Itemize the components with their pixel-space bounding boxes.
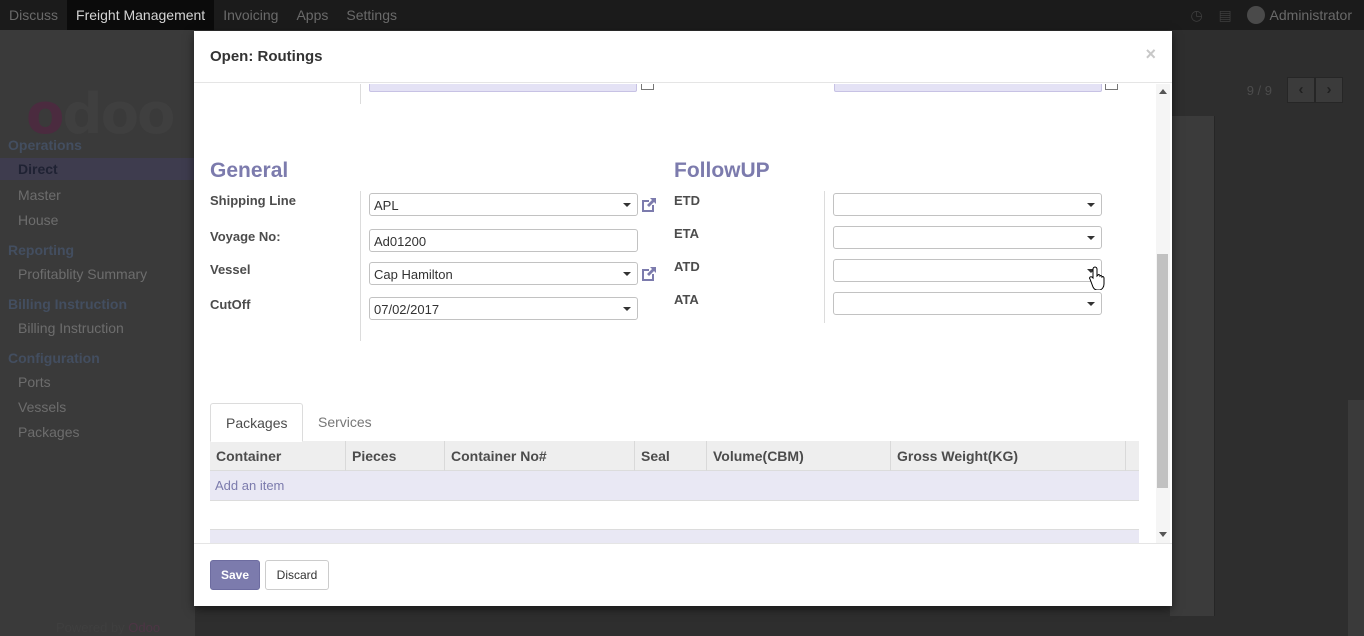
background-sheet <box>1170 116 1215 616</box>
etd-label: ETD <box>674 193 700 208</box>
sidebar-section-billing: Billing Instruction <box>8 296 127 312</box>
sidebar: odoo Operations Direct Master House Repo… <box>0 30 195 636</box>
sidebar-section-operations: Operations <box>8 137 82 153</box>
eta-date-field[interactable] <box>833 226 1102 249</box>
destination-port-field[interactable] <box>834 84 1102 92</box>
cutoff-label: CutOff <box>210 297 251 312</box>
origin-check-icon[interactable] <box>641 84 654 90</box>
powered-by: Powered by Odoo <box>56 620 161 635</box>
sidebar-item-house[interactable]: House <box>18 212 58 228</box>
general-section-title: General <box>210 159 289 182</box>
dialog-title: Open: Routings <box>210 48 323 65</box>
column-container[interactable]: Container <box>210 441 346 471</box>
column-pieces[interactable]: Pieces <box>346 441 445 471</box>
dialog-body: General Shipping Line APL Voyage No: Ad0… <box>194 84 1172 543</box>
sidebar-item-direct[interactable]: Direct <box>0 158 195 180</box>
general-divider <box>360 191 361 341</box>
menu-apps[interactable]: Apps <box>287 0 337 30</box>
menu-freight-management[interactable]: Freight Management <box>67 0 215 30</box>
packages-table-header: Container Pieces Container No# Seal Volu… <box>210 441 1139 471</box>
scroll-up-icon[interactable] <box>1159 89 1167 94</box>
chevron-down-icon <box>623 272 631 276</box>
sidebar-item-packages[interactable]: Packages <box>18 424 79 440</box>
sidebar-item-profitability[interactable]: Profitablity Summary <box>18 266 147 282</box>
sidebar-item-ports[interactable]: Ports <box>18 374 51 390</box>
origin-port-field[interactable] <box>369 84 637 92</box>
pager-next-button[interactable]: › <box>1315 77 1343 103</box>
hand-cursor-icon <box>1089 266 1105 290</box>
table-footer <box>210 529 1139 543</box>
eta-label: ETA <box>674 226 700 241</box>
scrollbar-thumb[interactable] <box>1157 254 1168 488</box>
shipping-line-label: Shipping Line <box>210 193 296 208</box>
column-container-no[interactable]: Container No# <box>445 441 635 471</box>
pager-prev-button[interactable]: ‹ <box>1287 77 1315 103</box>
external-link-icon[interactable] <box>640 196 658 214</box>
voyage-label: Voyage No: <box>210 229 281 244</box>
chevron-down-icon <box>1087 203 1095 207</box>
sidebar-section-configuration: Configuration <box>8 350 100 366</box>
vessel-label: Vessel <box>210 262 251 277</box>
menu-settings[interactable]: Settings <box>337 0 406 30</box>
topbar-right: ◷ ▤ Administrator <box>1191 0 1364 30</box>
top-navbar: Discuss Freight Management Invoicing App… <box>0 0 1364 30</box>
chevron-down-icon <box>1087 236 1095 240</box>
atd-label: ATD <box>674 259 700 274</box>
column-gross-weight[interactable]: Gross Weight(KG) <box>891 441 1126 471</box>
save-button[interactable]: Save <box>210 560 260 590</box>
sidebar-section-reporting: Reporting <box>8 242 75 258</box>
destination-check-icon[interactable] <box>1105 84 1118 90</box>
chevron-down-icon <box>1087 302 1095 306</box>
external-link-icon[interactable] <box>640 265 658 283</box>
dialog-header: Open: Routings × <box>194 31 1172 83</box>
tab-services[interactable]: Services <box>303 403 387 442</box>
avatar[interactable] <box>1246 6 1265 24</box>
discard-button[interactable]: Discard <box>265 560 329 590</box>
menu-discuss[interactable]: Discuss <box>0 0 67 30</box>
followup-divider <box>824 191 825 323</box>
etd-date-field[interactable] <box>833 193 1102 216</box>
close-icon[interactable]: × <box>1145 44 1156 65</box>
scroll-down-icon[interactable] <box>1159 532 1167 537</box>
cutoff-date-field[interactable]: 07/02/2017 <box>369 297 638 320</box>
ata-label: ATA <box>674 292 699 307</box>
add-item-link[interactable]: Add an item <box>215 478 284 493</box>
chevron-down-icon <box>623 307 631 311</box>
divider <box>360 84 361 104</box>
ata-date-field[interactable] <box>833 292 1102 315</box>
table-row: Add an item <box>210 471 1139 501</box>
sidebar-item-billing-instruction[interactable]: Billing Instruction <box>18 320 124 336</box>
activity-icon[interactable]: ◷ <box>1191 8 1205 22</box>
column-volume[interactable]: Volume(CBM) <box>707 441 891 471</box>
background-scrollbar[interactable] <box>1348 400 1364 636</box>
shipping-line-select[interactable]: APL <box>369 193 638 216</box>
chat-icon[interactable]: ▤ <box>1219 8 1233 22</box>
tab-packages[interactable]: Packages <box>210 403 304 442</box>
sidebar-item-master[interactable]: Master <box>18 187 61 203</box>
dialog-footer: Save Discard <box>194 543 1172 606</box>
chevron-down-icon <box>623 203 631 207</box>
atd-date-field[interactable] <box>833 259 1102 282</box>
user-menu[interactable]: Administrator <box>1270 7 1352 23</box>
voyage-input[interactable]: Ad01200 <box>369 229 638 252</box>
menu-invoicing[interactable]: Invoicing <box>214 0 287 30</box>
pager: 9 / 9 <box>1246 83 1272 98</box>
dialog-scrollbar[interactable] <box>1156 84 1170 543</box>
followup-section-title: FollowUP <box>674 159 770 182</box>
routings-dialog: Open: Routings × General Shipping Line A… <box>194 31 1172 606</box>
vessel-select[interactable]: Cap Hamilton <box>369 262 638 285</box>
sidebar-item-vessels[interactable]: Vessels <box>18 399 66 415</box>
column-seal[interactable]: Seal <box>635 441 707 471</box>
